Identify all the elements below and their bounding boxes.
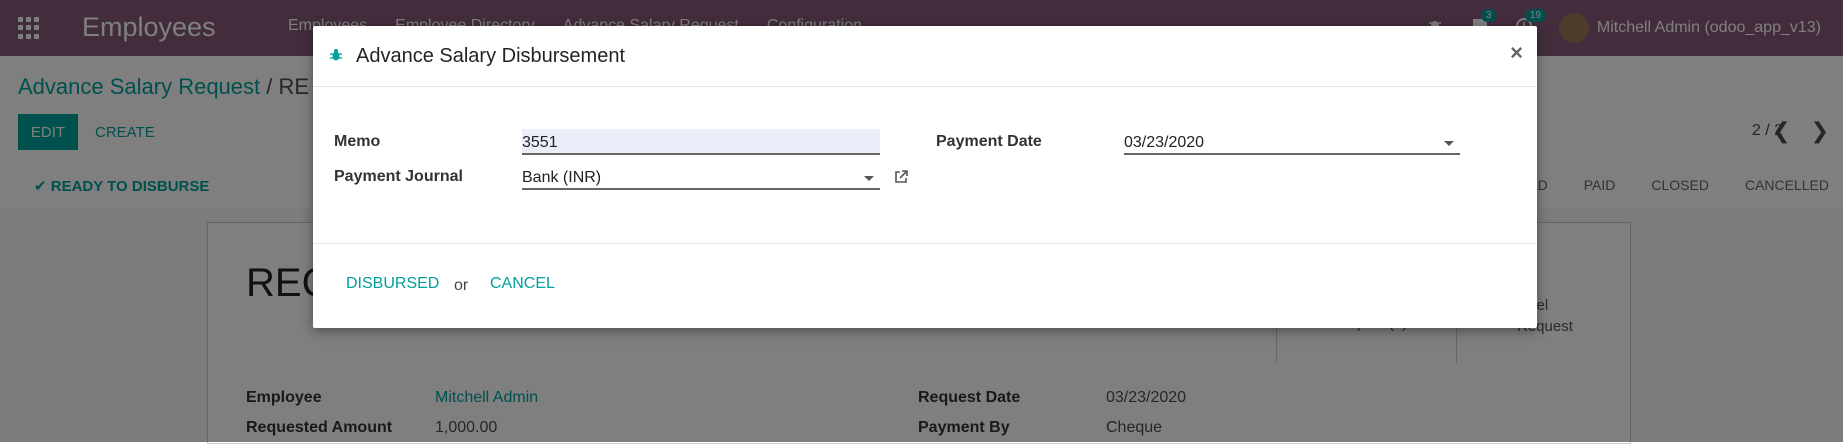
external-link-icon[interactable]	[893, 169, 909, 185]
dropdown-caret-icon[interactable]	[864, 176, 874, 181]
dialog-body: Memo 3551 Payment Journal Bank (INR) Pay…	[313, 87, 1537, 244]
or-text: or	[454, 277, 469, 294]
payment-journal-select[interactable]: Bank (INR)	[522, 164, 880, 190]
payment-journal-label: Payment Journal	[334, 168, 463, 185]
memo-input[interactable]: 3551	[522, 129, 880, 155]
payment-date-input[interactable]: 03/23/2020	[1124, 129, 1460, 155]
payment-date-label: Payment Date	[936, 133, 1042, 150]
bug-icon	[330, 49, 342, 61]
advance-salary-disbursement-dialog: Advance Salary Disbursement × Memo 3551 …	[313, 26, 1537, 328]
payment-date-value: 03/23/2020	[1124, 134, 1205, 151]
disbursed-button[interactable]: DISBURSED	[346, 275, 439, 293]
cancel-button[interactable]: CANCEL	[490, 275, 555, 293]
dialog-header: Advance Salary Disbursement ×	[313, 26, 1537, 87]
dialog-title: Advance Salary Disbursement	[356, 45, 626, 67]
dialog-footer: DISBURSED or CANCEL	[313, 244, 1537, 328]
payment-journal-value: Bank (INR)	[522, 169, 602, 186]
close-icon[interactable]: ×	[1510, 40, 1523, 66]
memo-label: Memo	[334, 133, 381, 150]
date-dropdown-caret-icon[interactable]	[1444, 141, 1454, 146]
memo-value: 3551	[522, 134, 558, 151]
